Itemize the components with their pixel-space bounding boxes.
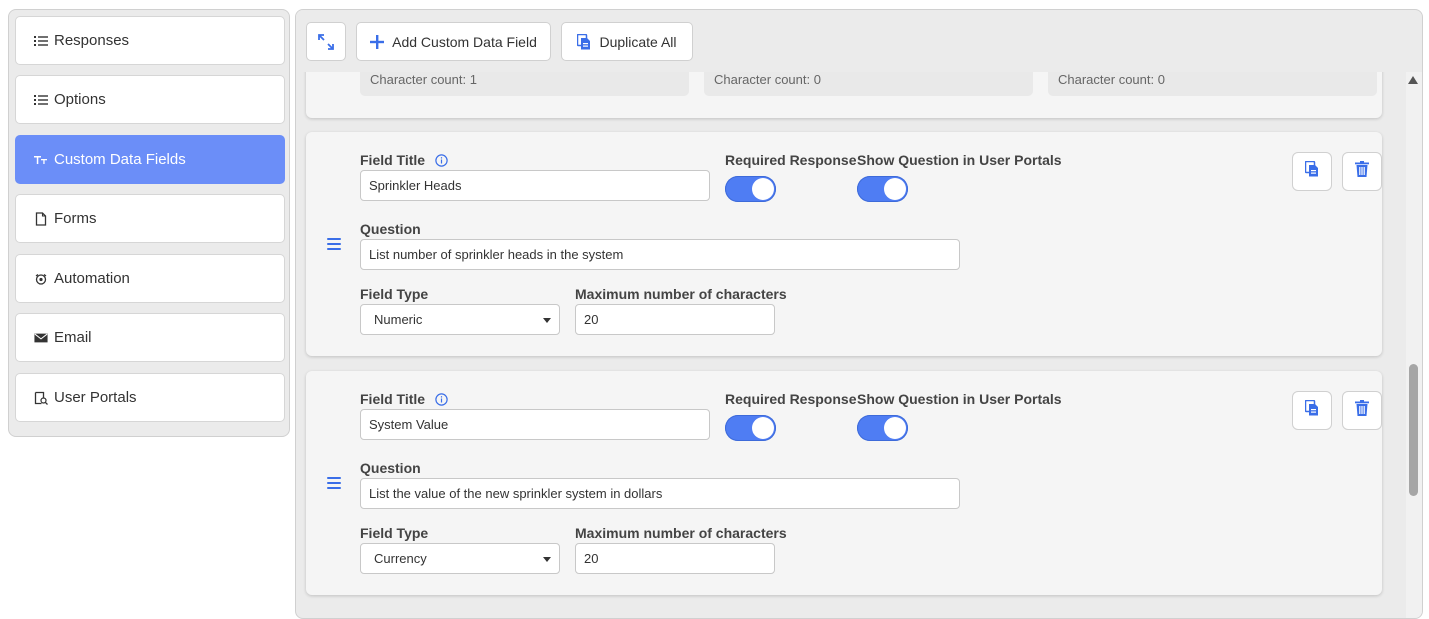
sidebar-item-options[interactable]: Options bbox=[15, 75, 285, 124]
custom-data-fields-panel: Character count: 1 Character count: 0 Ch… bbox=[295, 9, 1423, 619]
required-response-toggle[interactable] bbox=[725, 415, 776, 441]
info-icon[interactable] bbox=[435, 154, 448, 170]
show-in-portals-toggle[interactable] bbox=[857, 176, 908, 202]
expand-button[interactable] bbox=[306, 22, 346, 61]
duplicate-field-button[interactable] bbox=[1292, 152, 1332, 191]
field-title-label: Field Title bbox=[360, 152, 448, 170]
list-icon bbox=[33, 33, 48, 48]
list-icon bbox=[33, 92, 48, 107]
chevron-down-icon bbox=[543, 318, 551, 323]
chevron-down-icon bbox=[543, 557, 551, 562]
plus-icon bbox=[370, 34, 385, 49]
sidebar-item-email[interactable]: Email bbox=[15, 313, 285, 362]
info-icon[interactable] bbox=[435, 393, 448, 409]
required-response-label: Required Response bbox=[725, 152, 857, 168]
sidebar-item-label: Automation bbox=[54, 270, 130, 287]
field-type-label: Field Type bbox=[360, 286, 429, 302]
field-type-select[interactable]: Numeric bbox=[360, 304, 560, 335]
field-title-input[interactable]: Sprinkler Heads bbox=[360, 170, 710, 201]
duplicate-icon bbox=[577, 33, 591, 50]
question-label: Question bbox=[360, 460, 421, 476]
question-input[interactable]: List the value of the new sprinkler syst… bbox=[360, 478, 960, 509]
sidebar-item-forms[interactable]: Forms bbox=[15, 194, 285, 243]
toolbar: Add Custom Data Field Duplicate All bbox=[296, 10, 1406, 72]
max-characters-label: Maximum number of characters bbox=[575, 525, 787, 541]
field-card: Field Title Sprinkler Heads Required Res… bbox=[306, 132, 1382, 356]
max-characters-input[interactable]: 20 bbox=[575, 543, 775, 574]
scroll-up-arrow-icon[interactable] bbox=[1408, 76, 1418, 84]
scrollbar-track[interactable] bbox=[1406, 72, 1422, 618]
envelope-icon bbox=[33, 330, 48, 345]
scrollbar-thumb[interactable] bbox=[1409, 364, 1418, 496]
trash-icon bbox=[1355, 161, 1369, 182]
expand-icon bbox=[317, 33, 335, 51]
sidebar-item-label: Custom Data Fields bbox=[54, 151, 186, 168]
portal-icon bbox=[33, 390, 48, 405]
question-label: Question bbox=[360, 221, 421, 237]
field-card: Field Title System Value Required Respon… bbox=[306, 371, 1382, 595]
duplicate-all-button[interactable]: Duplicate All bbox=[561, 22, 693, 61]
show-in-portals-label: Show Question in User Portals bbox=[857, 391, 1062, 407]
field-type-select[interactable]: Currency bbox=[360, 543, 560, 574]
show-in-portals-label: Show Question in User Portals bbox=[857, 152, 1062, 168]
sidebar-item-label: Responses bbox=[54, 32, 130, 49]
settings-sidebar: Responses Options Custom Data Fields For… bbox=[8, 9, 290, 437]
trash-icon bbox=[1355, 400, 1369, 421]
drag-handle-icon[interactable] bbox=[327, 238, 341, 250]
sidebar-item-responses[interactable]: Responses bbox=[15, 16, 285, 65]
sidebar-item-user-portals[interactable]: User Portals bbox=[15, 373, 285, 422]
add-custom-data-field-button[interactable]: Add Custom Data Field bbox=[356, 22, 551, 61]
sidebar-item-automation[interactable]: Automation bbox=[15, 254, 285, 303]
max-characters-label: Maximum number of characters bbox=[575, 286, 787, 302]
sidebar-item-label: Options bbox=[54, 91, 106, 108]
field-type-label: Field Type bbox=[360, 525, 429, 541]
max-characters-input[interactable]: 20 bbox=[575, 304, 775, 335]
required-response-label: Required Response bbox=[725, 391, 857, 407]
field-title-label: Field Title bbox=[360, 391, 448, 409]
sidebar-item-label: Email bbox=[54, 329, 92, 346]
add-button-label: Add Custom Data Field bbox=[392, 33, 537, 50]
duplicate-field-button[interactable] bbox=[1292, 391, 1332, 430]
delete-field-button[interactable] bbox=[1342, 152, 1382, 191]
field-title-input[interactable]: System Value bbox=[360, 409, 710, 440]
show-in-portals-toggle[interactable] bbox=[857, 415, 908, 441]
sidebar-item-label: User Portals bbox=[54, 389, 137, 406]
sidebar-item-label: Forms bbox=[54, 210, 97, 227]
duplicate-icon bbox=[1304, 160, 1319, 182]
document-icon bbox=[33, 211, 48, 226]
text-format-icon bbox=[33, 152, 48, 167]
duplicate-button-label: Duplicate All bbox=[599, 33, 677, 50]
automation-icon bbox=[33, 271, 48, 286]
duplicate-icon bbox=[1304, 399, 1319, 421]
delete-field-button[interactable] bbox=[1342, 391, 1382, 430]
question-input[interactable]: List number of sprinkler heads in the sy… bbox=[360, 239, 960, 270]
required-response-toggle[interactable] bbox=[725, 176, 776, 202]
drag-handle-icon[interactable] bbox=[327, 477, 341, 489]
sidebar-item-custom-data-fields[interactable]: Custom Data Fields bbox=[15, 135, 285, 184]
